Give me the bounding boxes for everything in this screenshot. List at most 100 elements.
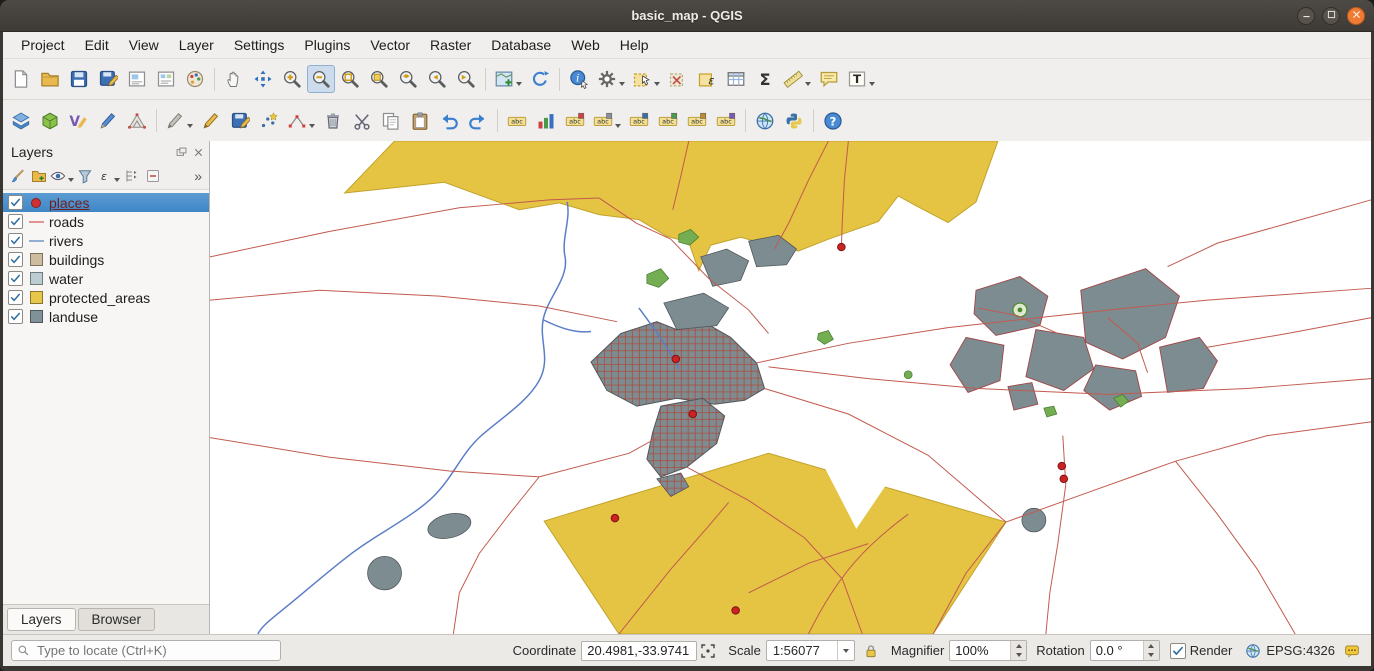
save-project-button[interactable] <box>65 65 93 93</box>
identify-features-button[interactable]: i <box>565 65 593 93</box>
save-layer-edits-button[interactable] <box>226 107 254 135</box>
measure-line-button[interactable] <box>780 65 814 93</box>
new-project-button[interactable] <box>7 65 35 93</box>
tab-browser[interactable]: Browser <box>78 608 156 631</box>
close-button[interactable] <box>1347 7 1365 25</box>
style-manager-button[interactable] <box>181 65 209 93</box>
filter-by-expression-button[interactable]: ε <box>96 165 120 187</box>
pan-to-selection-button[interactable] <box>249 65 277 93</box>
zoom-in-button[interactable] <box>278 65 306 93</box>
locate-search[interactable] <box>11 640 281 661</box>
python-console-button[interactable] <box>780 107 808 135</box>
coordinate-input[interactable] <box>581 641 697 661</box>
menu-help[interactable]: Help <box>610 32 659 58</box>
extent-toggle-icon[interactable] <box>700 643 716 659</box>
cut-features-button[interactable] <box>348 107 376 135</box>
menu-database[interactable]: Database <box>481 32 561 58</box>
menu-raster[interactable]: Raster <box>420 32 481 58</box>
zoom-full-extent-button[interactable] <box>336 65 364 93</box>
layer-row-water[interactable]: water <box>3 269 209 288</box>
layer-visibility-checkbox[interactable] <box>8 214 23 229</box>
expand-collapse-all-button[interactable] <box>120 165 142 187</box>
magnifier-spin-buttons[interactable] <box>1010 641 1026 660</box>
zoom-next-button[interactable] <box>452 65 480 93</box>
menu-project[interactable]: Project <box>11 32 75 58</box>
layer-row-places[interactable]: places <box>3 193 209 212</box>
remove-layer-button[interactable] <box>142 165 164 187</box>
select-by-expression-button[interactable]: ε <box>693 65 721 93</box>
current-edits-button[interactable] <box>162 107 196 135</box>
locate-input[interactable] <box>35 642 275 659</box>
add-point-feature-button[interactable] <box>255 107 283 135</box>
new-geopackage-layer-button[interactable] <box>36 107 64 135</box>
highlight-pinned-labels-button[interactable]: abc <box>625 107 653 135</box>
minimize-button[interactable] <box>1297 7 1315 25</box>
panel-float-icon[interactable] <box>175 146 188 159</box>
open-attribute-table-button[interactable] <box>722 65 750 93</box>
refresh-map-button[interactable] <box>526 65 554 93</box>
scale-combo[interactable]: 1:56077 <box>766 640 855 661</box>
rotate-label-button[interactable]: abc <box>683 107 711 135</box>
lock-scale-icon[interactable] <box>863 643 879 659</box>
add-vector-layer-button[interactable] <box>7 107 35 135</box>
menu-plugins[interactable]: Plugins <box>294 32 360 58</box>
tab-layers[interactable]: Layers <box>7 608 76 631</box>
undo-button[interactable] <box>435 107 463 135</box>
layer-row-landuse[interactable]: landuse <box>3 307 209 326</box>
pin-labels-button[interactable]: abc <box>590 107 624 135</box>
menu-edit[interactable]: Edit <box>75 32 119 58</box>
select-features-button[interactable] <box>629 65 663 93</box>
open-layer-styling-button[interactable] <box>6 165 28 187</box>
layer-row-rivers[interactable]: rivers <box>3 231 209 250</box>
toggle-editing-button[interactable] <box>197 107 225 135</box>
statistics-panel-button[interactable]: Σ <box>751 65 779 93</box>
crs-label[interactable]: EPSG:4326 <box>1266 643 1335 658</box>
copy-features-button[interactable] <box>377 107 405 135</box>
help-contents-button[interactable]: ? <box>819 107 847 135</box>
layer-diagram-button[interactable] <box>532 107 560 135</box>
new-virtual-layer-button[interactable] <box>123 107 151 135</box>
zoom-last-button[interactable] <box>423 65 451 93</box>
change-label-button[interactable]: abc <box>712 107 740 135</box>
layer-row-buildings[interactable]: buildings <box>3 250 209 269</box>
layer-visibility-checkbox[interactable] <box>8 233 23 248</box>
rotation-spin-buttons[interactable] <box>1143 641 1159 660</box>
show-layout-manager-button[interactable] <box>152 65 180 93</box>
menu-layer[interactable]: Layer <box>169 32 224 58</box>
filter-legend-button[interactable] <box>74 165 96 187</box>
open-project-button[interactable] <box>36 65 64 93</box>
add-group-button[interactable] <box>28 165 50 187</box>
menu-settings[interactable]: Settings <box>224 32 295 58</box>
magnifier-input[interactable] <box>950 641 1010 660</box>
map-tips-button[interactable] <box>815 65 843 93</box>
deselect-features-button[interactable] <box>664 65 692 93</box>
render-checkbox[interactable] <box>1170 643 1186 659</box>
zoom-to-layer-button[interactable] <box>394 65 422 93</box>
maximize-button[interactable] <box>1322 7 1340 25</box>
panel-close-icon[interactable] <box>192 146 205 159</box>
move-label-button[interactable]: abc <box>654 107 682 135</box>
redo-button[interactable] <box>464 107 492 135</box>
layer-labeling-button[interactable]: abc <box>503 107 531 135</box>
magnifier-spinner[interactable] <box>949 640 1027 661</box>
zoom-out-button[interactable] <box>307 65 335 93</box>
rotation-input[interactable] <box>1091 641 1143 660</box>
new-map-view-button[interactable] <box>491 65 525 93</box>
menu-vector[interactable]: Vector <box>360 32 420 58</box>
pan-map-button[interactable] <box>220 65 248 93</box>
vertex-tool-button[interactable] <box>284 107 318 135</box>
menu-web[interactable]: Web <box>561 32 610 58</box>
save-project-as-button[interactable] <box>94 65 122 93</box>
delete-selected-button[interactable] <box>319 107 347 135</box>
run-feature-action-button[interactable] <box>594 65 628 93</box>
paste-features-button[interactable] <box>406 107 434 135</box>
new-spatialite-layer-button[interactable] <box>94 107 122 135</box>
text-annotation-button[interactable]: T <box>844 65 878 93</box>
metasearch-button[interactable] <box>751 107 779 135</box>
layer-visibility-checkbox[interactable] <box>8 252 23 267</box>
labeling-rules-button[interactable]: abc <box>561 107 589 135</box>
rotation-spinner[interactable] <box>1090 640 1160 661</box>
messages-log-icon[interactable] <box>1344 643 1360 659</box>
menu-view[interactable]: View <box>119 32 169 58</box>
layer-visibility-checkbox[interactable] <box>8 271 23 286</box>
